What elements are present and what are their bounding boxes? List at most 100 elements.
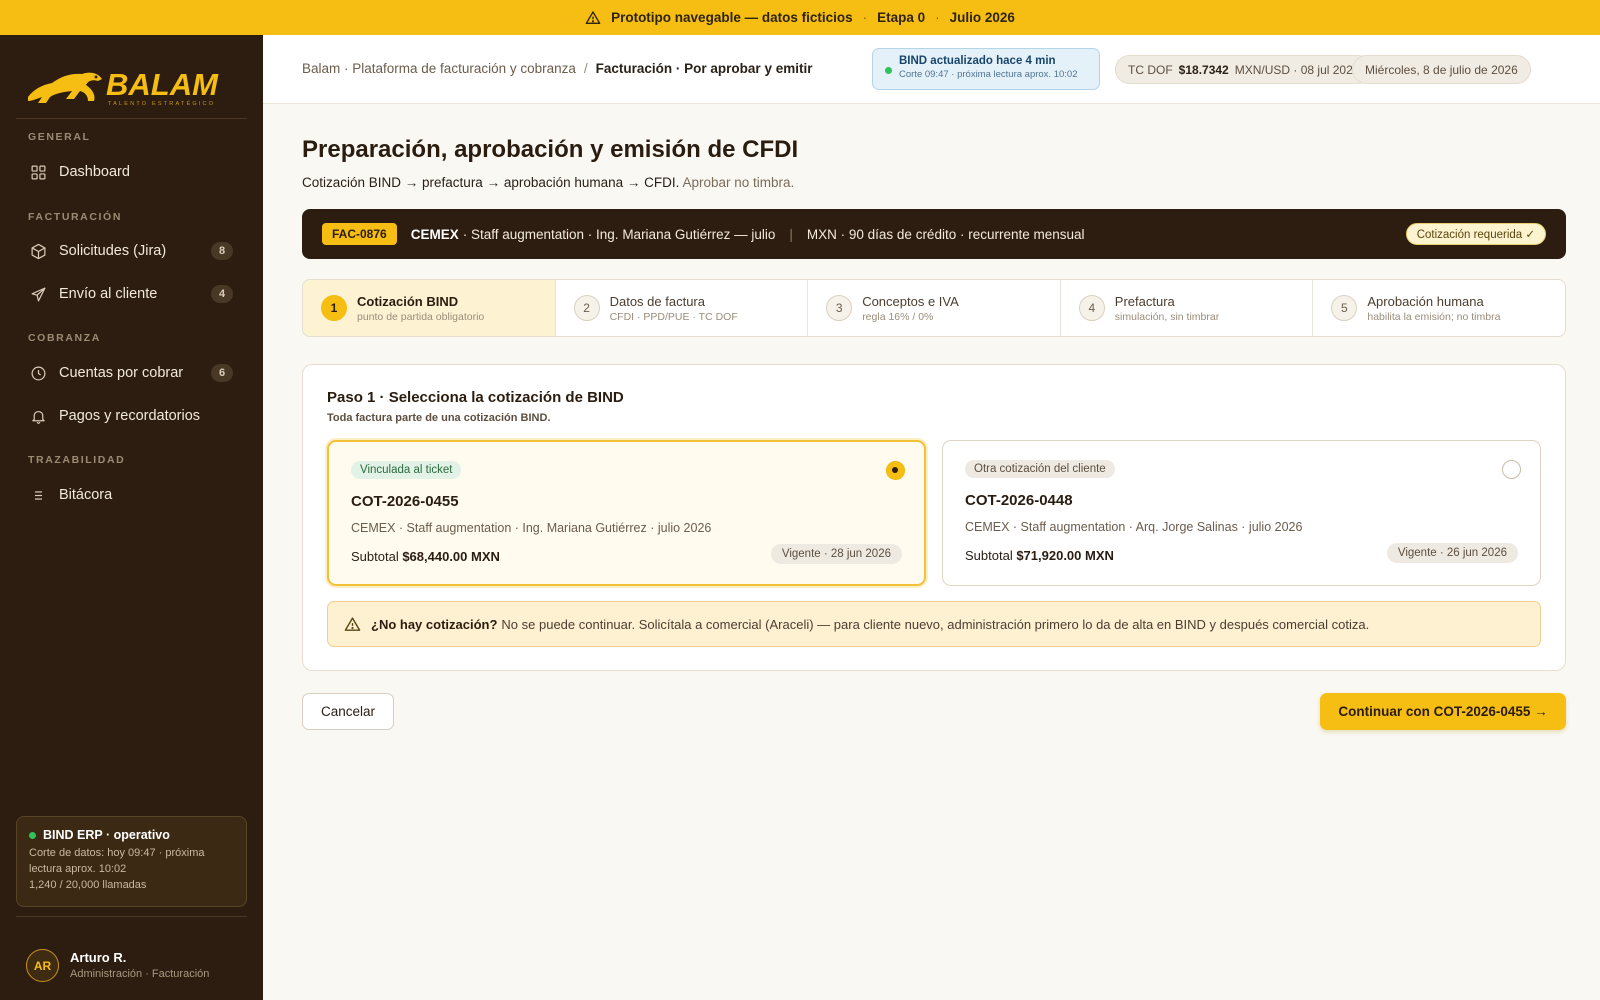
- send-icon: [31, 287, 46, 301]
- status-calls: 1,240 / 20,000 llamadas: [29, 879, 147, 891]
- step-number: 4: [1078, 295, 1105, 321]
- quote-tag: Otra cotización del cliente: [965, 460, 1115, 478]
- bind-sync-chip: BIND actualizado hace 4 min Corte 09:47 …: [872, 48, 1100, 90]
- quote-validity: Vigente · 28 jun 2026: [770, 544, 902, 564]
- sidebar-item-bitacora[interactable]: Bitácora: [16, 477, 247, 513]
- status-dot-icon: [29, 831, 36, 839]
- quote-subtotal: Subtotal $68,440.00 MXN: [351, 549, 500, 564]
- clock-icon: [31, 366, 46, 380]
- bind-status-card: BIND ERP · operativo Corte de datos: hoy…: [16, 816, 247, 907]
- step-subtitle: regla 16% / 0%: [862, 310, 934, 323]
- sidebar-item-label: Cuentas por cobrar: [59, 365, 184, 381]
- status-cutoff: Corte de datos: hoy 09:47 · próxima lect…: [29, 847, 205, 875]
- avatar[interactable]: AR: [26, 949, 59, 982]
- sidebar-item-label: Dashboard: [59, 164, 130, 180]
- page-subtitle: Cotización BIND → prefactura → aprobació…: [302, 175, 795, 190]
- fx-rate-value: $18.7342: [1178, 62, 1229, 77]
- count-badge: 8: [211, 242, 233, 260]
- section-general: GENERAL: [28, 131, 91, 143]
- sidebar-item-dashboard[interactable]: Dashboard: [16, 154, 247, 190]
- panel-title: Paso 1 · Selecciona la cotización de BIN…: [327, 389, 624, 406]
- ticket-description: · Staff augmentation · Ing. Mariana Guti…: [462, 226, 776, 242]
- step-number: 2: [573, 295, 600, 321]
- quote-selection-panel: Paso 1 · Selecciona la cotización de BIN…: [302, 364, 1566, 671]
- step-title: Cotización BIND: [357, 293, 459, 309]
- svg-text:TALENTO ESTRATÉGICO: TALENTO ESTRATÉGICO: [108, 100, 215, 107]
- step-subtitle: habilita la emisión; no timbra: [1367, 310, 1501, 323]
- user-role: Administración · Facturación: [70, 968, 210, 980]
- sidebar-item-cuentas[interactable]: Cuentas por cobrar 6: [16, 355, 247, 391]
- breadcrumb-current: Facturación · Por aprobar y emitir: [595, 61, 813, 76]
- banner-period: Julio 2026: [949, 10, 1015, 25]
- warning-icon: [344, 616, 361, 631]
- continue-button[interactable]: Continuar con COT-2026-0455 →: [1320, 693, 1566, 730]
- user-divider: [16, 916, 247, 917]
- ticket-client: CEMEX: [410, 226, 459, 242]
- step-title: Prefactura: [1114, 293, 1175, 309]
- grid-icon: [31, 165, 46, 179]
- no-quote-warning: ¿No hay cotización? No se puede continua…: [327, 601, 1541, 647]
- step-number: 5: [1331, 295, 1358, 321]
- ticket-id: FAC-0876: [322, 223, 397, 245]
- ticket-terms: MXN · 90 días de crédito · recurrente me…: [806, 226, 1085, 242]
- step-title: Datos de factura: [609, 293, 705, 309]
- quote-radio[interactable]: [1502, 460, 1521, 479]
- bind-sync-title: BIND actualizado hace 4 min: [899, 55, 1056, 67]
- section-trazabilidad: TRAZABILIDAD: [28, 454, 126, 466]
- balam-logo[interactable]: BALAM TALENTO ESTRATÉGICO: [26, 59, 226, 109]
- panel-subtitle: Toda factura parte de una cotización BIN…: [327, 412, 551, 424]
- quote-tag: Vinculada al ticket: [351, 461, 462, 479]
- date-pill: Miércoles, 8 de julio de 2026: [1352, 55, 1531, 84]
- sync-dot-icon: [885, 67, 892, 74]
- sidebar-item-label: Solicitudes (Jira): [59, 243, 167, 259]
- breadcrumb-root[interactable]: Balam · Plataforma de facturación y cobr…: [302, 61, 576, 76]
- sidebar-item-label: Envío al cliente: [59, 286, 158, 302]
- quote-radio-selected[interactable]: [886, 461, 905, 480]
- step-datos-factura[interactable]: 2 Datos de factura CFDI · PPD/PUE · TC DO…: [556, 280, 809, 336]
- quote-card-0448[interactable]: Otra cotización del cliente COT-2026-044…: [942, 440, 1541, 586]
- topbar: Balam · Plataforma de facturación y cobr…: [263, 35, 1600, 104]
- step-title: Conceptos e IVA: [862, 293, 959, 309]
- sidebar-item-label: Pagos y recordatorios: [59, 408, 201, 424]
- fx-rate-pill: TC DOF $18.7342 MXN/USD · 08 jul 2026: [1115, 55, 1373, 84]
- quote-card-0455[interactable]: Vinculada al ticket COT-2026-0455 CEMEX …: [327, 440, 926, 586]
- step-aprobacion[interactable]: 5 Aprobación humana habilita la emisión; …: [1313, 280, 1565, 336]
- warning-text: No se puede continuar. Solicítala a come…: [501, 616, 1370, 632]
- quote-subtotal: Subtotal $71,920.00 MXN: [965, 548, 1114, 563]
- step-prefactura[interactable]: 4 Prefactura simulación, sin timbrar: [1061, 280, 1314, 336]
- quote-description: CEMEX · Staff augmentation · Arq. Jorge …: [965, 520, 1303, 534]
- bind-sync-sub: Corte 09:47 · próxima lectura aprox. 10:…: [899, 69, 1078, 80]
- prototype-banner: Prototipo navegable — datos ficticios · …: [0, 0, 1600, 35]
- sidebar-item-pagos[interactable]: Pagos y recordatorios: [16, 398, 247, 434]
- sidebar: BALAM TALENTO ESTRATÉGICO GENERAL Dashbo…: [0, 35, 263, 1000]
- list-icon: [34, 490, 43, 500]
- bell-icon: [32, 410, 45, 424]
- ticket-bar: FAC-0876 CEMEX · Staff augmentation · In…: [302, 209, 1566, 259]
- section-cobranza: COBRANZA: [28, 332, 101, 344]
- breadcrumb: Balam · Plataforma de facturación y cobr…: [302, 61, 813, 76]
- section-facturacion: FACTURACIÓN: [28, 211, 123, 223]
- svg-text:BALAM: BALAM: [106, 67, 219, 102]
- user-name: Arturo R.: [70, 950, 127, 965]
- warning-title: ¿No hay cotización?: [371, 616, 498, 632]
- step-cotizacion[interactable]: 1 Cotización BIND punto de partida obliga…: [303, 280, 556, 336]
- step-title: Aprobación humana: [1367, 293, 1484, 309]
- step-subtitle: CFDI · PPD/PUE · TC DOF: [609, 310, 738, 323]
- box-icon: [31, 243, 46, 259]
- count-badge: 6: [211, 364, 233, 382]
- quote-description: CEMEX · Staff augmentation · Ing. Marian…: [351, 521, 712, 535]
- step-subtitle: punto de partida obligatorio: [357, 310, 485, 323]
- count-badge: 4: [211, 285, 233, 303]
- sidebar-item-solicitudes[interactable]: Solicitudes (Jira) 8: [16, 233, 247, 269]
- quote-id: COT-2026-0455: [351, 493, 459, 510]
- status-title: BIND ERP · operativo: [43, 828, 170, 842]
- step-number: 1: [321, 295, 347, 321]
- quote-id: COT-2026-0448: [965, 492, 1073, 509]
- quote-validity: Vigente · 26 jun 2026: [1386, 543, 1518, 563]
- cancel-button[interactable]: Cancelar: [302, 693, 394, 730]
- stepper: 1 Cotización BIND punto de partida obliga…: [302, 279, 1566, 337]
- requirement-badge: Cotización requerida ✓: [1405, 223, 1546, 245]
- step-conceptos[interactable]: 3 Conceptos e IVA regla 16% / 0%: [808, 280, 1061, 336]
- sidebar-item-envio[interactable]: Envío al cliente 4: [16, 276, 247, 312]
- sidebar-item-label: Bitácora: [59, 487, 113, 503]
